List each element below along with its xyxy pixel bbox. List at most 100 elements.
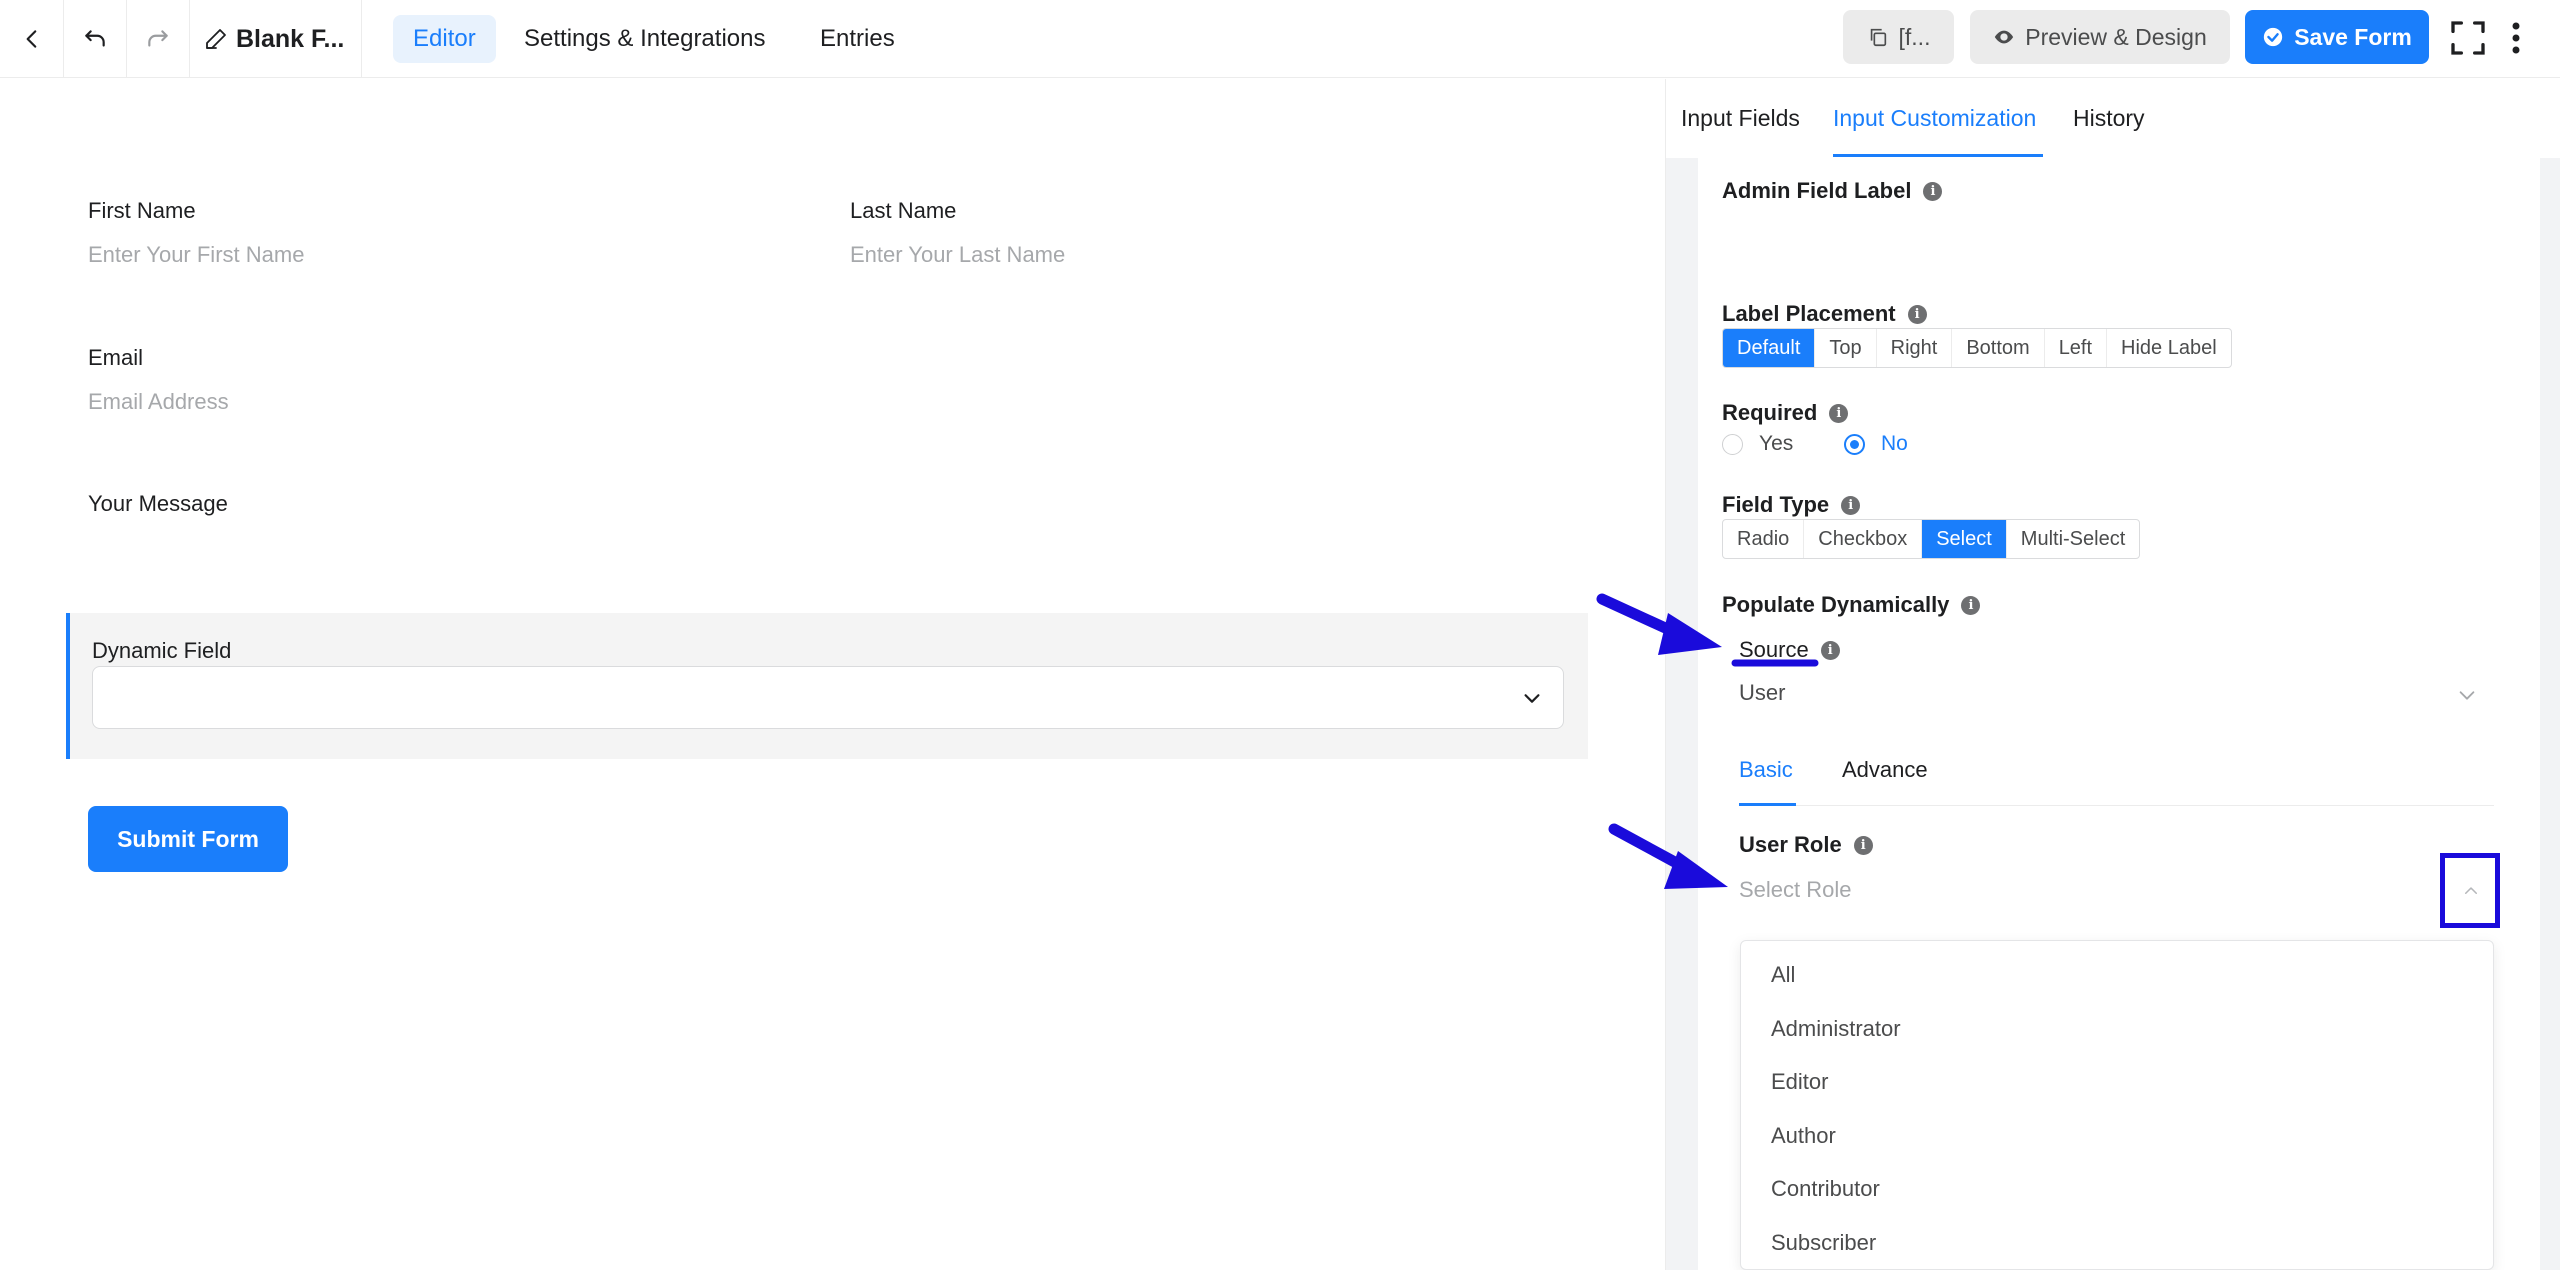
required-yes-radio[interactable]: Yes [1722, 432, 1793, 456]
tab-editor[interactable]: Editor [393, 15, 496, 63]
radio-circle-selected [1844, 433, 1865, 455]
email-label: Email [88, 345, 144, 370]
user-role-select[interactable]: Select Role [1739, 877, 1852, 903]
annotation-underline [1731, 659, 1819, 667]
placement-left-option[interactable]: Left [2045, 329, 2108, 367]
email-input[interactable]: Email Address [88, 389, 229, 415]
preview-design-label: Preview & Design [2025, 23, 2207, 50]
form-title[interactable]: Blank F... [190, 0, 362, 78]
user-role-dropdown-toggle[interactable] [2440, 853, 2500, 928]
label-placement-text: Label Placement [1722, 301, 1896, 326]
message-label: Your Message [88, 491, 228, 516]
save-form-button[interactable]: Save Form [2245, 10, 2429, 64]
tab-settings-integrations[interactable]: Settings & Integrations [504, 15, 785, 63]
chevron-up-icon [2465, 887, 2477, 894]
dynamic-field-select[interactable] [92, 666, 1564, 729]
required-text: Required [1722, 400, 1818, 425]
role-option-contributor[interactable]: Contributor [1771, 1176, 1880, 1202]
label-placement-heading: Label Placement i [1722, 301, 1927, 327]
sub-tabs-divider [1739, 805, 2494, 806]
info-icon: i [1961, 595, 1981, 615]
check-circle-icon [2264, 27, 2283, 47]
tab-input-customization[interactable]: Input Customization [1833, 105, 2036, 132]
undo-button[interactable] [64, 0, 127, 78]
role-option-author[interactable]: Author [1771, 1123, 1836, 1149]
shortcode-button[interactable]: [f... [1843, 10, 1954, 64]
redo-button[interactable] [127, 0, 190, 78]
fullscreen-button[interactable] [2448, 18, 2488, 58]
info-icon: i [1907, 304, 1927, 324]
panel-gutter [1666, 158, 1698, 1270]
user-role-heading: User Role i [1739, 832, 1873, 858]
dynamic-field-label: Dynamic Field [92, 638, 232, 663]
tab-basic[interactable]: Basic [1739, 757, 1793, 783]
info-icon: i [1923, 181, 1943, 201]
shortcode-label: [f... [1898, 23, 1931, 50]
label-placement-segmented: Default Top Right Bottom Left Hide Label [1722, 328, 2232, 368]
placement-bottom-option[interactable]: Bottom [1952, 329, 2045, 367]
info-icon: i [1841, 495, 1861, 515]
required-no-label: No [1881, 432, 1908, 455]
required-heading: Required i [1722, 400, 1849, 426]
chevron-down-icon [2459, 691, 2475, 700]
first-name-label: First Name [88, 198, 196, 223]
last-name-input[interactable]: Enter Your Last Name [850, 242, 1065, 268]
form-title-text: Blank F... [236, 24, 345, 53]
populate-dynamically-text: Populate Dynamically [1722, 592, 1950, 617]
active-tab-underline [1833, 154, 2043, 157]
tab-input-fields[interactable]: Input Fields [1681, 105, 1800, 132]
undo-icon [85, 30, 105, 47]
tab-advance[interactable]: Advance [1842, 757, 1928, 783]
redo-icon [148, 30, 168, 47]
source-select[interactable]: User [1739, 680, 1785, 706]
copy-icon [1870, 28, 1886, 47]
role-option-all[interactable]: All [1771, 962, 1795, 988]
info-icon: i [1853, 835, 1873, 855]
fullscreen-icon [2451, 21, 2485, 55]
placement-right-option[interactable]: Right [1877, 329, 1953, 367]
chevron-left-icon [26, 30, 36, 48]
populate-dynamically-heading: Populate Dynamically i [1722, 592, 1981, 618]
back-button[interactable] [0, 0, 64, 78]
admin-field-label-heading: Admin Field Label i [1722, 178, 1943, 204]
field-type-select-option[interactable]: Select [1922, 520, 2007, 558]
placement-top-option[interactable]: Top [1815, 329, 1877, 367]
top-toolbar: Blank F... Editor Settings & Integration… [0, 0, 2560, 78]
chevron-down-icon [1524, 694, 1540, 703]
user-role-text: User Role [1739, 832, 1842, 857]
eye-icon [1995, 30, 2014, 44]
more-menu-button[interactable] [2504, 18, 2528, 58]
field-type-heading: Field Type i [1722, 492, 1861, 518]
radio-circle [1722, 433, 1743, 455]
submit-form-button[interactable]: Submit Form [88, 806, 288, 872]
preview-design-button[interactable]: Preview & Design [1970, 10, 2230, 64]
last-name-label: Last Name [850, 198, 957, 223]
field-type-text: Field Type [1722, 492, 1830, 517]
panel-tabs: Input Fields Input Customization History [1666, 79, 2560, 158]
vertical-dots-icon [2512, 22, 2520, 54]
role-option-editor[interactable]: Editor [1771, 1069, 1828, 1095]
annotation-arrow-icon [1608, 823, 1728, 889]
required-yes-label: Yes [1759, 432, 1794, 455]
required-no-radio[interactable]: No [1844, 432, 1908, 456]
save-form-label: Save Form [2294, 23, 2412, 50]
info-icon: i [1829, 403, 1849, 423]
pencil-icon [206, 29, 226, 49]
placement-hide-label-option[interactable]: Hide Label [2107, 329, 2231, 367]
tab-history[interactable]: History [2073, 105, 2145, 132]
field-type-checkbox-option[interactable]: Checkbox [1804, 520, 1923, 558]
annotation-arrow-icon [1596, 593, 1722, 655]
tab-entries[interactable]: Entries [800, 15, 915, 63]
field-type-multi-select-option[interactable]: Multi-Select [2007, 520, 2139, 558]
info-icon: i [1820, 640, 1840, 660]
panel-scrollbar[interactable] [2540, 158, 2560, 1270]
user-role-dropdown-menu: All Administrator Editor Author Contribu… [1740, 940, 2494, 1270]
admin-field-label-text: Admin Field Label [1722, 178, 1912, 203]
first-name-input[interactable]: Enter Your First Name [88, 242, 304, 268]
placement-default-option[interactable]: Default [1723, 329, 1816, 367]
field-type-segmented: Radio Checkbox Select Multi-Select [1722, 519, 2141, 559]
sub-tab-underline [1739, 803, 1796, 806]
role-option-subscriber[interactable]: Subscriber [1771, 1230, 1876, 1256]
field-type-radio-option[interactable]: Radio [1723, 520, 1805, 558]
role-option-administrator[interactable]: Administrator [1771, 1016, 1901, 1042]
